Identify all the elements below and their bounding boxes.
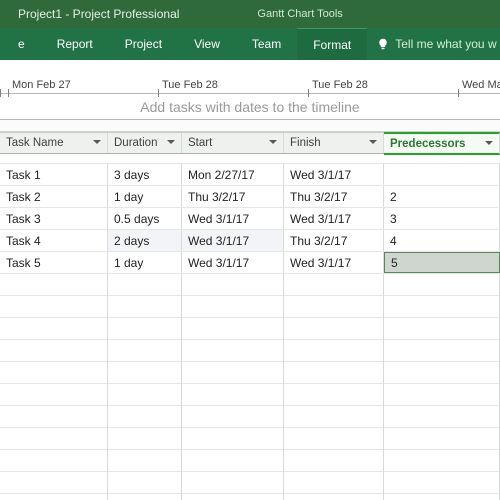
table-row-empty[interactable] <box>0 428 500 450</box>
titlebar: Project1 - Project Professional Gantt Ch… <box>0 0 500 28</box>
tab-view[interactable]: View <box>178 28 236 60</box>
chevron-down-icon <box>269 137 277 149</box>
cell-finish[interactable]: Thu 3/2/17 <box>284 186 384 207</box>
tab-partial-left[interactable]: e <box>2 28 41 60</box>
cell-finish[interactable]: Wed 3/1/17 <box>284 208 384 229</box>
chevron-down-icon <box>93 137 101 149</box>
col-header-duration[interactable]: Duration <box>108 133 182 153</box>
cell-duration[interactable]: 1 day <box>108 252 182 273</box>
table-row-empty[interactable] <box>0 384 500 406</box>
table-row[interactable]: Task 3 0.5 days Wed 3/1/17 Wed 3/1/17 3 <box>0 208 500 230</box>
cell-start[interactable]: Wed 3/1/17 <box>182 252 284 273</box>
cell-duration[interactable]: 2 days <box>108 230 182 251</box>
table-row[interactable]: Task 1 3 days Mon 2/27/17 Wed 3/1/17 <box>0 164 500 186</box>
table-row-empty[interactable] <box>0 318 500 340</box>
chevron-down-icon <box>369 137 377 149</box>
tell-me-label: Tell me what you w <box>395 37 496 51</box>
chevron-down-icon <box>167 137 175 149</box>
cell-finish[interactable]: Thu 3/2/17 <box>284 230 384 251</box>
cell-start[interactable]: Wed 3/1/17 <box>182 208 284 229</box>
app-title: Project1 - Project Professional <box>18 7 179 21</box>
chevron-down-icon <box>485 138 493 150</box>
cell-start[interactable]: Wed 3/1/17 <box>182 230 284 251</box>
table-row-empty[interactable] <box>0 296 500 318</box>
cell-task-name[interactable]: Task 5 <box>0 252 108 273</box>
table-row-empty[interactable] <box>0 340 500 362</box>
col-header-task-name[interactable]: Task Name <box>0 133 108 153</box>
tab-project[interactable]: Project <box>109 28 178 60</box>
cell-predecessors[interactable] <box>384 164 500 185</box>
table-row-empty[interactable] <box>0 274 500 296</box>
table-row-empty[interactable] <box>0 362 500 384</box>
cell-task-name[interactable]: Task 4 <box>0 230 108 251</box>
col-header-finish[interactable]: Finish <box>284 133 384 153</box>
cell-predecessors[interactable]: 2 <box>384 186 500 207</box>
table-row-empty[interactable] <box>0 406 500 428</box>
tell-me-search[interactable]: Tell me what you w <box>377 37 496 51</box>
table-row-empty[interactable] <box>0 472 500 494</box>
grid-header-row: Task Name Duration Start Finish Predeces… <box>0 132 500 154</box>
task-grid: Task Name Duration Start Finish Predeces… <box>0 132 500 500</box>
table-row[interactable]: Task 5 1 day Wed 3/1/17 Wed 3/1/17 5 <box>0 252 500 274</box>
cell-predecessors[interactable]: 3 <box>384 208 500 229</box>
timeline-scale[interactable]: Mon Feb 27 Tue Feb 28 Tue Feb 28 Wed Mar… <box>0 60 500 94</box>
cell-task-name[interactable]: Task 2 <box>0 186 108 207</box>
col-header-predecessors[interactable]: Predecessors <box>384 132 500 155</box>
table-row[interactable]: Task 4 2 days Wed 3/1/17 Thu 3/2/17 4 <box>0 230 500 252</box>
cell-start[interactable]: Thu 3/2/17 <box>182 186 284 207</box>
cell-start[interactable]: Mon 2/27/17 <box>182 164 284 185</box>
cell-predecessors-active[interactable]: 5 <box>384 252 500 273</box>
ribbon-tabs: e Report Project View Team Format Tell m… <box>0 28 500 60</box>
cell-finish[interactable]: Wed 3/1/17 <box>284 164 384 185</box>
cell-task-name[interactable]: Task 3 <box>0 208 108 229</box>
tab-format[interactable]: Format <box>297 28 367 60</box>
contextual-tools-label: Gantt Chart Tools <box>257 8 342 20</box>
cell-predecessors[interactable]: 4 <box>384 230 500 251</box>
cell-finish[interactable]: Wed 3/1/17 <box>284 252 384 273</box>
bulb-icon <box>377 38 389 50</box>
tab-report[interactable]: Report <box>41 28 109 60</box>
table-row[interactable]: Task 2 1 day Thu 3/2/17 Thu 3/2/17 2 <box>0 186 500 208</box>
cell-duration[interactable]: 1 day <box>108 186 182 207</box>
cell-duration[interactable]: 0.5 days <box>108 208 182 229</box>
spacer <box>0 120 500 132</box>
cell-task-name[interactable]: Task 1 <box>0 164 108 185</box>
table-row-empty[interactable] <box>0 494 500 500</box>
timeline-hint[interactable]: Add tasks with dates to the timeline <box>0 94 500 120</box>
spacer-row <box>0 154 500 164</box>
cell-duration[interactable]: 3 days <box>108 164 182 185</box>
col-header-start[interactable]: Start <box>182 133 284 153</box>
table-row-empty[interactable] <box>0 450 500 472</box>
tab-team[interactable]: Team <box>236 28 297 60</box>
